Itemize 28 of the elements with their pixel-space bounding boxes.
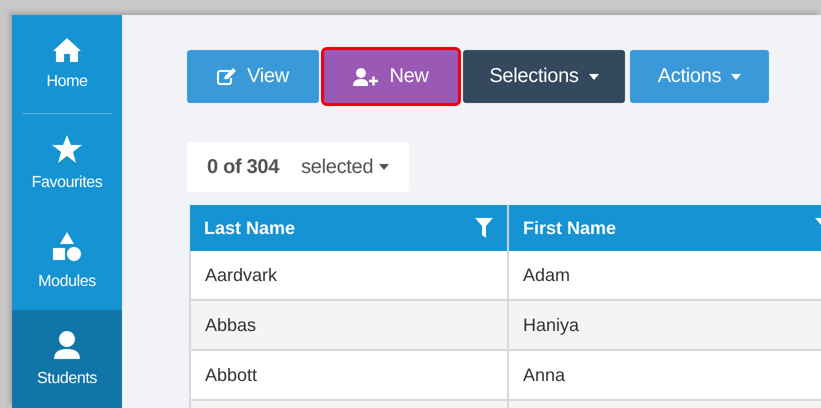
sidebar-item[interactable]: Students [12,310,122,408]
actions-button[interactable]: Actions [630,50,769,103]
filter-icon[interactable] [475,218,493,238]
table-cell: Abbas [190,300,508,350]
table-cell: Abbott [190,350,508,400]
person-icon [53,330,81,360]
selected-dropdown[interactable]: selected [301,156,390,178]
column-header[interactable]: First Name [508,205,821,251]
add-user-icon [353,68,380,86]
table-cell: Adam [508,251,821,300]
sidebar-item[interactable]: Home [12,15,122,114]
column-header[interactable]: Last Name [190,205,508,251]
table-cell: Haniya [508,300,821,350]
sidebar-item[interactable]: Modules [12,212,122,310]
selections-button[interactable]: Selections [463,50,625,103]
caret-icon [731,74,742,80]
shapes-icon [51,230,83,263]
table-cell: Aardvark [190,251,508,300]
caret-icon [588,74,599,80]
caret-icon [379,164,390,170]
new-button[interactable]: New [324,50,458,103]
table-cell: Anna [508,350,821,400]
home-icon [52,37,82,63]
edit-icon [217,68,238,85]
selection-count: 0 of 304 [207,156,280,178]
star-icon [51,134,83,164]
sidebar-item[interactable]: Favourites [12,114,122,212]
view-button[interactable]: View [187,50,319,103]
